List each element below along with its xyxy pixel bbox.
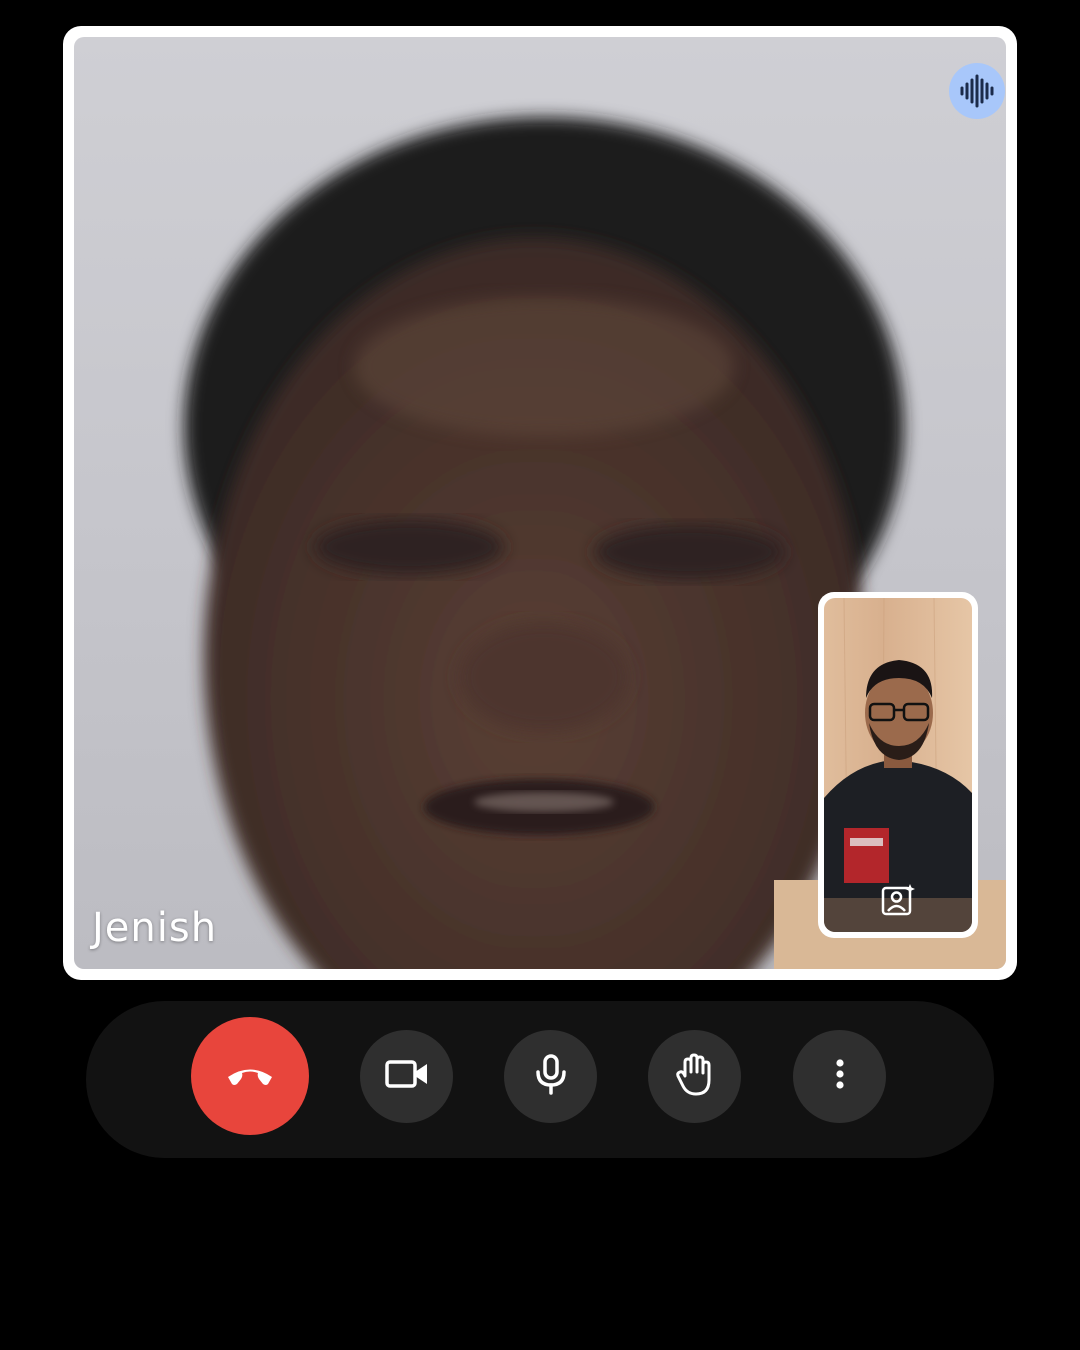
call-control-bar [86,1001,994,1158]
audio-waveform-icon [949,63,1005,119]
self-view-tile[interactable] [818,592,978,938]
more-options-button[interactable] [793,1030,886,1123]
portrait-sparkle-icon[interactable] [878,880,918,920]
raise-hand-button[interactable] [648,1030,741,1123]
end-call-button[interactable] [191,1017,309,1135]
phone-hangup-icon [222,1046,278,1107]
mic-icon [529,1052,573,1101]
participant-name-label: Jenish [92,905,218,951]
videocam-icon [383,1050,431,1103]
microphone-toggle-button[interactable] [504,1030,597,1123]
more-vert-icon [820,1054,860,1099]
hand-icon [671,1050,719,1103]
camera-toggle-button[interactable] [360,1030,453,1123]
